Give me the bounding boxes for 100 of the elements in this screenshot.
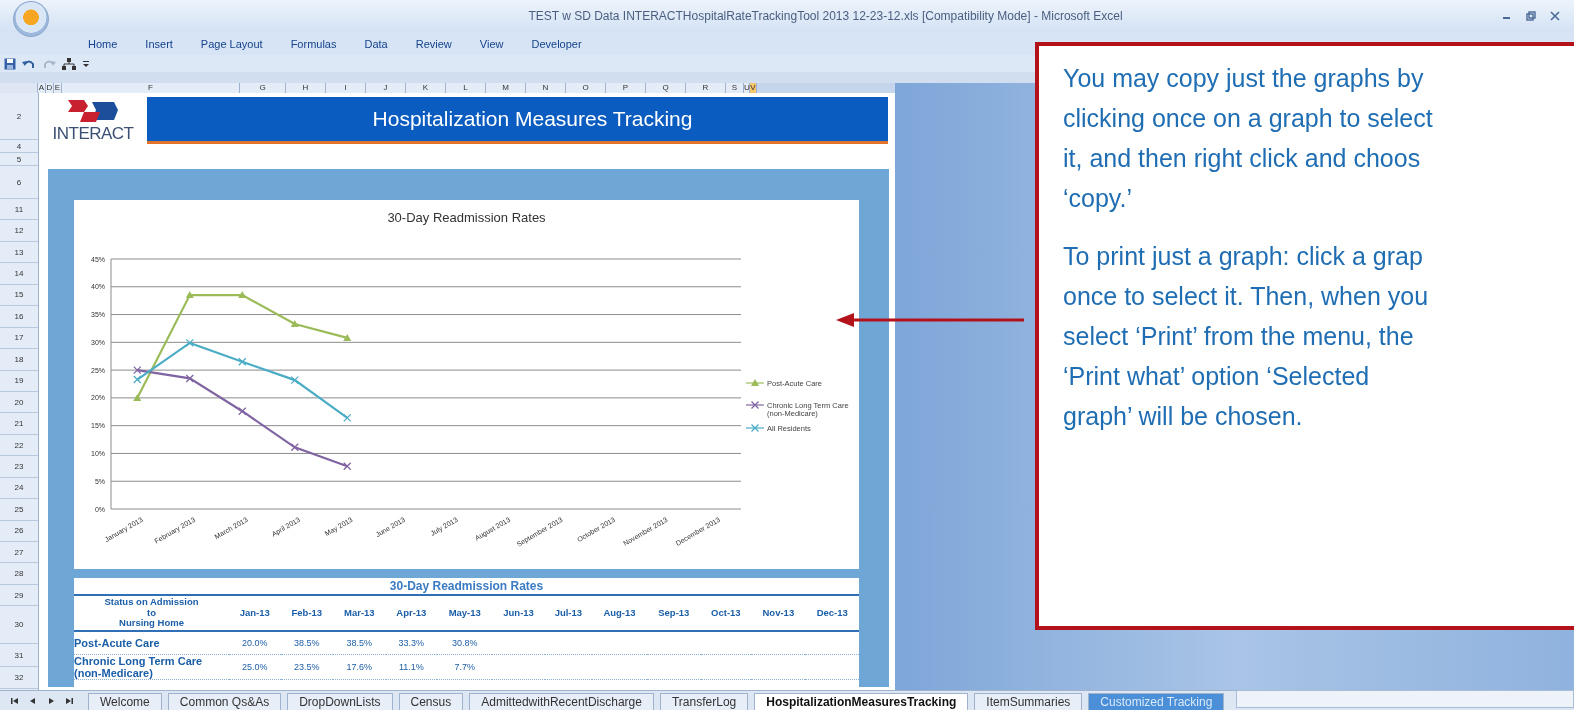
row-header[interactable]: 29 [0,584,38,607]
instruction-text: To print just a graph: click a grap once to select it. Then, when you select ‘Print’ from the menu, the ‘Print what’ option ‘Selected graph’ will be chosen. [1063,241,1430,432]
ribbon-tab[interactable]: Insert [131,35,187,52]
row-header[interactable]: 16 [0,306,38,328]
point [290,443,299,452]
column-heading: Aug-13 [591,596,648,631]
ribbon-tab[interactable]: View [465,35,518,52]
row-header[interactable]: 22 [0,434,38,457]
hierarchy-icon[interactable] [62,57,76,70]
legend-key [745,400,765,410]
logo-text: INTERACT [52,123,134,144]
sheet-tab[interactable]: Census [398,693,464,710]
table-cell: 38.5% [280,630,334,654]
column-header[interactable]: J [366,83,406,93]
point [185,291,194,299]
instruction-text: You may copy just the graphs by clicking once on a graph to select it, and then right click and choos ‘copy.’ [1063,63,1434,214]
ribbon-tab[interactable]: Formulas [276,35,351,52]
row-header[interactable]: 28 [0,563,38,585]
sheet-tab[interactable]: Welcome [88,693,162,710]
point [343,462,352,471]
row-header[interactable]: 17 [0,327,38,350]
column-heading: Mar-13 [333,596,386,631]
row-header[interactable]: 19 [0,370,38,392]
column-header[interactable]: N [526,83,566,93]
ribbon-tab[interactable]: Data [350,35,402,52]
table-cell: 23.5% [280,654,334,679]
column-heading: Jul-13 [544,596,592,631]
table-cell: 30.8% [437,630,493,654]
row-label: Post-Acute Care [74,630,229,654]
dropdown-icon[interactable] [82,59,90,68]
column-header[interactable]: R [686,83,726,93]
save-icon[interactable] [4,57,16,70]
column-heading: Jun-13 [492,596,545,631]
sheet-tab[interactable]: ItemSummaries [974,693,1083,710]
point [133,375,142,384]
column-header[interactable]: H [286,83,326,93]
column-header[interactable]: K [406,83,446,93]
row-header[interactable]: 23 [0,456,38,478]
column-header[interactable]: P [606,83,646,93]
column-header[interactable]: O [566,83,606,93]
row-header[interactable]: 14 [0,263,38,285]
table-cell: 11.1% [385,654,438,679]
row-header[interactable]: 11 [0,199,38,221]
table-cell: 20.0% [229,630,281,654]
row-header[interactable]: 2 [0,93,38,140]
row-header[interactable]: 18 [0,349,38,371]
row-header[interactable]: 12 [0,220,38,242]
window-title: TEST w SD Data INTERACTHospitalRateTrackingTool 2013 12-23-12.xls [Compatibility Mode] - Microsoft Excel [527,9,1124,23]
point [185,374,194,383]
table-cell: 7.7% [437,654,493,679]
row-header[interactable]: 32 [0,667,38,690]
sheet-tab[interactable]: HospitalizationMeasuresTracking [754,693,969,710]
sheet-tab[interactable]: Common Qs&As [167,693,282,710]
column-header[interactable]: Q [646,83,686,93]
first-sheet-icon[interactable] [10,696,20,706]
row-header[interactable]: 5 [0,153,38,166]
point [133,365,142,375]
restore-icon[interactable] [1526,11,1536,21]
table-cell: 17.6% [333,654,386,679]
row-header[interactable]: 21 [0,413,38,435]
point [343,413,352,423]
column-header[interactable]: G [240,83,286,93]
row-header[interactable]: 13 [0,241,38,264]
column-header[interactable]: F [62,83,240,93]
column-header[interactable]: L [446,83,486,93]
ribbon-tab[interactable]: Review [401,35,466,52]
row-header[interactable]: 6 [0,166,38,199]
ribbon-tab[interactable]: Home [74,35,132,52]
row-header[interactable]: 4 [0,140,38,153]
sheet-tab[interactable]: AdmittedwithRecentDischarge [469,693,654,710]
column-heading: Jan-13 [229,596,281,631]
row-header[interactable]: 25 [0,499,38,521]
previous-sheet-icon[interactable] [28,696,38,706]
chart-title: 30-Day Readmission Rates [387,210,546,225]
column-header[interactable]: I [326,83,366,93]
row-header[interactable]: 26 [0,520,38,542]
ribbon-tab[interactable]: Page Layout [186,35,277,52]
table-cell: 33.3% [385,630,438,654]
point [290,375,299,385]
last-sheet-icon[interactable] [64,696,74,706]
point [343,333,352,341]
close-icon[interactable] [1550,11,1560,21]
sheet-tab[interactable]: TransferLog [659,693,749,710]
next-sheet-icon[interactable] [46,696,56,706]
legend-key [745,379,765,386]
row-header[interactable]: 27 [0,542,38,564]
row-header[interactable]: 24 [0,477,38,500]
column-header[interactable]: M [486,83,526,93]
row-header[interactable]: 30 [0,606,38,645]
point [290,320,299,327]
column-heading: Feb-13 [280,596,334,631]
row-header[interactable]: 15 [0,284,38,307]
sheet-tab[interactable]: DropDownLists [287,693,393,710]
point [238,357,247,366]
ribbon-tab[interactable]: Developer [517,35,596,52]
horizontal-scrollbar[interactable] [1236,690,1574,708]
column-heading: Sep-13 [647,596,701,631]
sheet-title: Hospitalization Measures Tracking [147,97,888,144]
row-header[interactable]: 20 [0,391,38,414]
row-header[interactable]: 31 [0,644,38,668]
